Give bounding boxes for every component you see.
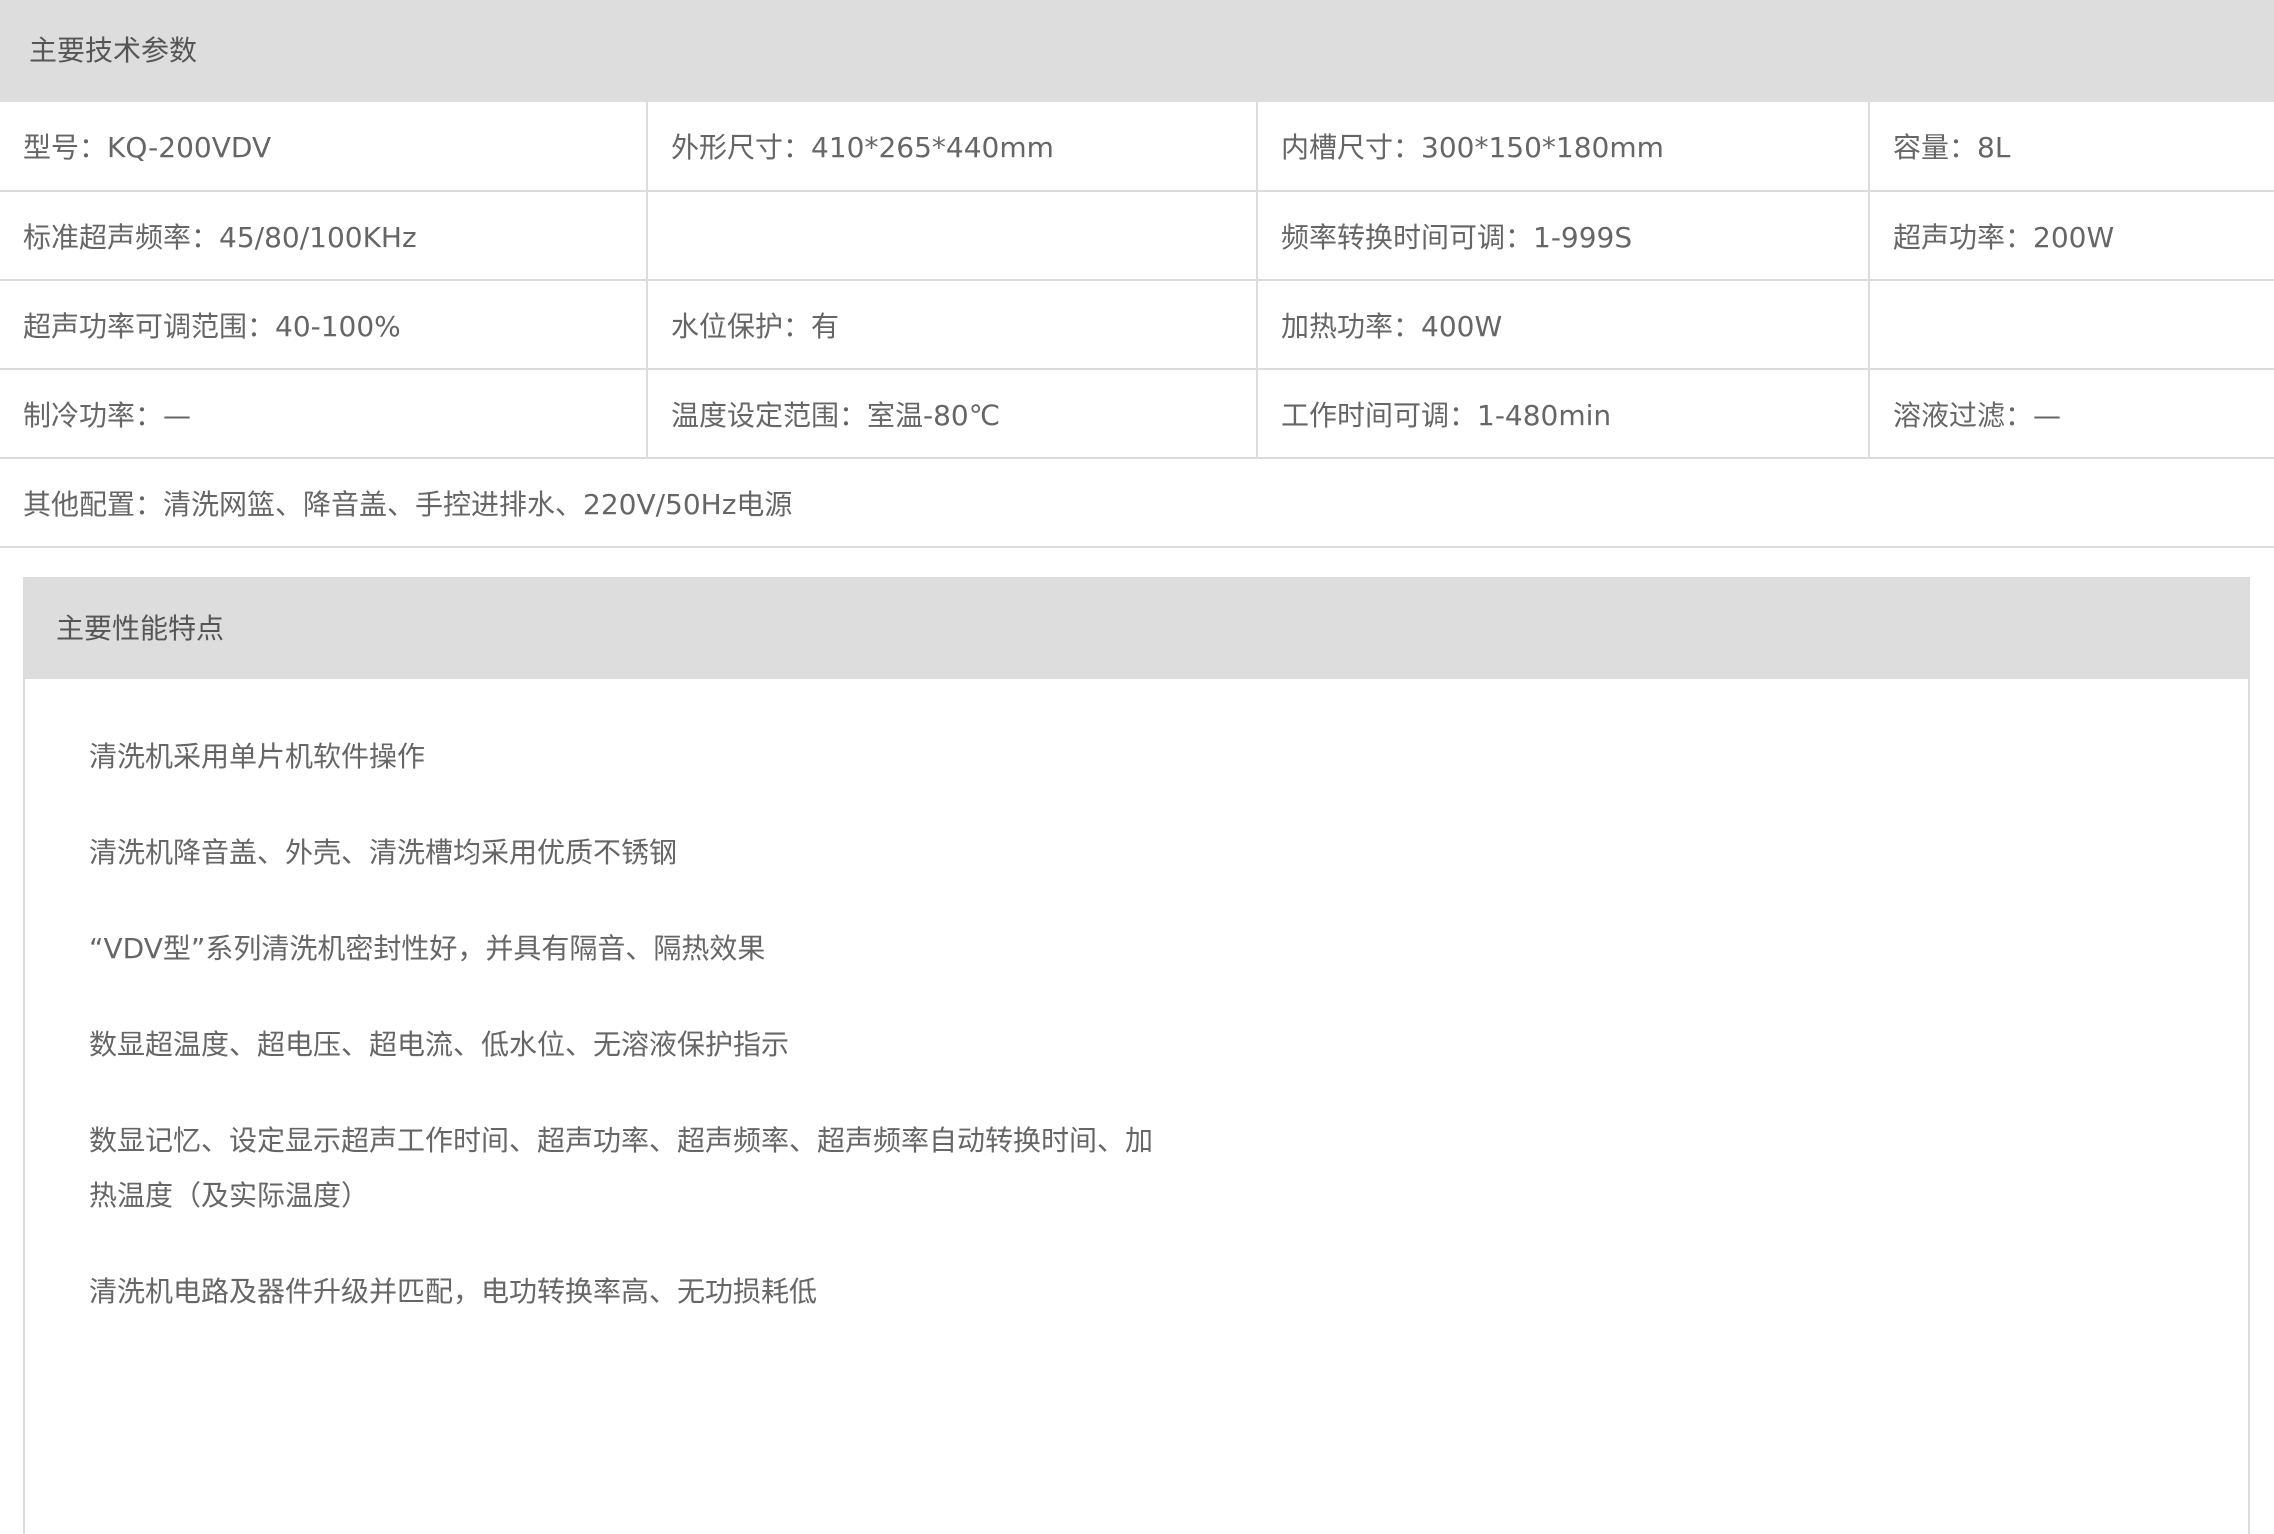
specs-section-header: 主要技术参数 [0, 0, 2274, 102]
spec-frequency-switch-time: 频率转换时间可调：1-999S [1257, 191, 1870, 281]
spec-power-range: 超声功率可调范围：40-100% [0, 280, 648, 370]
spec-outer-dimensions: 外形尺寸：410*265*440mm [647, 102, 1258, 192]
list-item: 数显记忆、设定显示超声工作时间、超声功率、超声频率、超声频率自动转换时间、加热温… [89, 1124, 1154, 1212]
list-item: 清洗机采用单片机软件操作 [89, 740, 426, 773]
spec-temperature-range: 温度设定范围：室温-80℃ [647, 369, 1258, 459]
spec-empty-cell [647, 191, 1258, 281]
table-row: 其他配置：清洗网篮、降音盖、手控进排水、220V/50Hz电源 [0, 458, 2274, 548]
spec-capacity: 容量：8L [1869, 102, 2274, 192]
table-row: 型号：KQ-200VDV 外形尺寸：410*265*440mm 内槽尺寸：300… [0, 102, 2274, 192]
spec-frequency: 标准超声频率：45/80/100KHz [0, 191, 648, 281]
specs-section-title: 主要技术参数 [29, 34, 198, 67]
spec-ultrasonic-power: 超声功率：200W [1869, 191, 2274, 281]
table-row: 标准超声频率：45/80/100KHz 频率转换时间可调：1-999S 超声功率… [0, 191, 2274, 281]
spec-model: 型号：KQ-200VDV [0, 102, 648, 192]
table-row: 制冷功率：— 温度设定范围：室温-80℃ 工作时间可调：1-480min 溶液过… [0, 369, 2274, 459]
list-item: 清洗机电路及器件升级并匹配，电功转换率高、无功损耗低 [89, 1275, 818, 1308]
features-section-header: 主要性能特点 [25, 579, 2248, 679]
spec-heating-power: 加热功率：400W [1257, 280, 1870, 370]
product-detail-page: 主要技术参数 型号：KQ-200VDV 外形尺寸：410*265*440mm 内… [0, 0, 2274, 1534]
list-item: 数显超温度、超电压、超电流、低水位、无溶液保护指示 [89, 1028, 790, 1061]
spec-cooling-power: 制冷功率：— [0, 369, 648, 459]
spec-solution-filter: 溶液过滤：— [1869, 369, 2274, 459]
spec-other-config: 其他配置：清洗网篮、降音盖、手控进排水、220V/50Hz电源 [0, 458, 2274, 548]
spec-working-time: 工作时间可调：1-480min [1257, 369, 1870, 459]
list-item: “VDV型”系列清洗机密封性好，并具有隔音、隔热效果 [89, 932, 766, 965]
features-list: 清洗机采用单片机软件操作 清洗机降音盖、外壳、清洗槽均采用优质不锈钢 “VDV型… [25, 679, 2248, 1319]
spec-water-level-protection: 水位保护：有 [647, 280, 1258, 370]
table-row: 超声功率可调范围：40-100% 水位保护：有 加热功率：400W [0, 280, 2274, 370]
spec-tank-dimensions: 内槽尺寸：300*150*180mm [1257, 102, 1870, 192]
specs-table: 型号：KQ-200VDV 外形尺寸：410*265*440mm 内槽尺寸：300… [0, 102, 2274, 548]
features-section-title: 主要性能特点 [56, 612, 225, 645]
spec-empty-cell [1869, 280, 2274, 370]
features-panel: 主要性能特点 清洗机采用单片机软件操作 清洗机降音盖、外壳、清洗槽均采用优质不锈… [23, 577, 2250, 1534]
list-item: 清洗机降音盖、外壳、清洗槽均采用优质不锈钢 [89, 836, 678, 869]
